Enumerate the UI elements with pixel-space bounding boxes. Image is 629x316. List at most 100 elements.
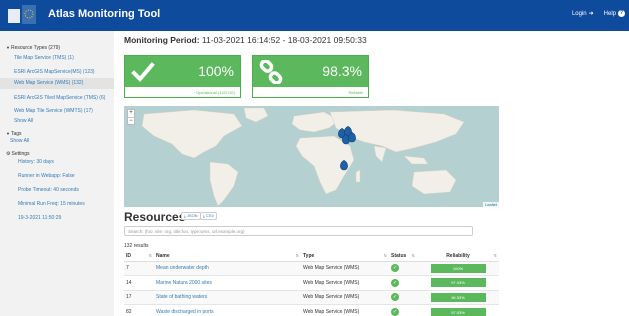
resource-link[interactable]: Marine Natura 2000 sites bbox=[156, 280, 212, 286]
world-map bbox=[141, 107, 465, 207]
resource-link[interactable]: Mean underwater depth bbox=[156, 265, 209, 271]
operational-footer: Operational (132/132) bbox=[196, 90, 235, 95]
cell-name: Waste discharged in ports bbox=[154, 304, 301, 316]
caret-down-icon: ▼ bbox=[6, 45, 10, 50]
sidebar-item-show-all-types[interactable]: Show All bbox=[14, 118, 33, 124]
setting-run-freq[interactable]: Minimal Run Freq: 15 minutes bbox=[18, 201, 85, 207]
th-reliability[interactable]: Reliability ⇅ bbox=[417, 252, 499, 262]
json-download-button[interactable]: ⤓ JSON bbox=[181, 212, 201, 220]
zoom-control: + − bbox=[127, 109, 135, 125]
status-ok-icon[interactable]: ✓ bbox=[391, 264, 399, 273]
check-icon bbox=[131, 62, 155, 82]
zoom-out-button[interactable]: − bbox=[128, 117, 134, 124]
app-title[interactable]: Atlas Monitoring Tool bbox=[48, 8, 160, 20]
sidebar: ▼Resource Types (279) Tile Map Service (… bbox=[0, 31, 114, 316]
th-id[interactable]: ID ⇅ bbox=[124, 252, 154, 262]
caret-down-icon: ▼ bbox=[6, 131, 10, 136]
period-value: 11-03-2021 16:14:52 - 18-03-2021 09:50:3… bbox=[201, 35, 367, 45]
sort-icon: ⇅ bbox=[148, 253, 152, 259]
sidebar-item-esri-tiled[interactable]: ESRI ArcGIS Tiled MapService (TMS) (6) bbox=[14, 95, 105, 101]
status-ok-icon[interactable]: ✓ bbox=[391, 278, 399, 287]
results-count: 132 results bbox=[124, 243, 149, 249]
resource-types-heading[interactable]: ▼Resource Types (279) bbox=[6, 45, 60, 51]
cell-id: 17 bbox=[124, 289, 154, 305]
search-input[interactable] bbox=[124, 226, 473, 236]
reliability-bar[interactable]: 96.53% bbox=[430, 292, 486, 302]
map-attribution[interactable]: Leaflet bbox=[482, 202, 499, 207]
monitoring-period: Monitoring Period: 11-03-2021 16:14:52 -… bbox=[124, 35, 367, 45]
reliability-card[interactable]: 98.3% Reliable bbox=[252, 55, 369, 98]
cell-id: 14 bbox=[124, 275, 154, 290]
operational-value: 100% bbox=[198, 63, 234, 79]
th-type[interactable]: Type ⇅ bbox=[301, 252, 389, 262]
cell-type: Web Map Service (WMS) bbox=[301, 275, 389, 290]
help-label: Help bbox=[603, 10, 616, 17]
cell-reliability: 97.03% bbox=[417, 304, 499, 316]
cell-type: Web Map Service (WMS) bbox=[301, 289, 389, 305]
reliability-bar[interactable]: 100% bbox=[430, 263, 486, 273]
table-row: 7 Mean underwater depth Web Map Service … bbox=[124, 260, 499, 276]
reliability-value: 98.3% bbox=[322, 63, 362, 79]
sidebar-item-tms[interactable]: Tile Map Service (TMS) (1) bbox=[14, 55, 74, 61]
table-row: 17 State of bathing waters Web Map Servi… bbox=[124, 289, 499, 305]
cell-name: Marine Natura 2000 sites bbox=[154, 275, 301, 290]
status-ok-icon[interactable]: ✓ bbox=[391, 293, 399, 302]
setting-timestamp[interactable]: 19-3-2021 11:50:29 bbox=[18, 215, 61, 221]
login-label: Login bbox=[571, 10, 587, 17]
gear-icon: ⚙ bbox=[6, 151, 11, 157]
cell-reliability: 96.53% bbox=[417, 289, 499, 305]
zoom-in-button[interactable]: + bbox=[128, 110, 134, 117]
table-row: 14 Marine Natura 2000 sites Web Map Serv… bbox=[124, 275, 499, 290]
resource-link[interactable]: State of bathing waters bbox=[156, 294, 207, 300]
reliability-footer: Reliable bbox=[348, 90, 363, 95]
sidebar-item-esri-ms[interactable]: ESRI ArcGIS MapService(MS) (123) bbox=[14, 69, 95, 75]
resources-table: ID ⇅ Name ⇅ Type ⇅ Status ⇅ Reliability ⇅ 7 M… bbox=[124, 252, 499, 316]
help-icon: ? bbox=[618, 10, 625, 17]
th-name[interactable]: Name ⇅ bbox=[154, 252, 301, 262]
cell-name: State of bathing waters bbox=[154, 289, 301, 305]
setting-runner[interactable]: Runner in Webapp: False bbox=[18, 173, 75, 179]
period-label: Monitoring Period: bbox=[124, 35, 200, 45]
resource-map[interactable]: + − Leaflet bbox=[124, 106, 499, 207]
cell-id: 7 bbox=[124, 260, 154, 276]
sort-icon: ⇅ bbox=[383, 253, 387, 259]
sidebar-item-show-all-tags[interactable]: Show All bbox=[10, 138, 29, 144]
setting-history[interactable]: History: 30 days bbox=[18, 159, 54, 165]
help-link[interactable]: Help ? bbox=[604, 10, 625, 17]
download-icon: ⤓ bbox=[203, 213, 205, 218]
status-ok-icon[interactable]: ✓ bbox=[391, 308, 399, 316]
settings-heading[interactable]: ⚙Settings bbox=[6, 151, 30, 157]
cell-status: ✓ bbox=[389, 260, 417, 276]
cell-reliability: 97.03% bbox=[417, 275, 499, 290]
sort-icon: ⇅ bbox=[295, 253, 299, 259]
sort-icon: ⇅ bbox=[493, 253, 497, 259]
cell-id: 82 bbox=[124, 304, 154, 316]
cell-status: ✓ bbox=[389, 275, 417, 290]
download-icon: ⤓ bbox=[184, 213, 186, 218]
sort-icon: ⇅ bbox=[411, 253, 415, 259]
table-header-row: ID ⇅ Name ⇅ Type ⇅ Status ⇅ Reliability ⇅ bbox=[124, 252, 499, 262]
card-top: 98.3% bbox=[253, 56, 368, 87]
operational-card[interactable]: 100% Operational (132/132) bbox=[124, 55, 241, 98]
top-navbar: Atlas Monitoring Tool Login ➜ Help ? bbox=[0, 0, 629, 31]
cell-status: ✓ bbox=[389, 304, 417, 316]
reliability-bar[interactable]: 97.03% bbox=[430, 278, 486, 288]
csv-download-button[interactable]: ⤓ CSV bbox=[200, 212, 218, 220]
login-icon: ➜ bbox=[588, 11, 594, 17]
resources-title: Resources bbox=[124, 210, 186, 224]
eu-logo-icon[interactable] bbox=[8, 5, 38, 26]
cell-type: Web Map Service (WMS) bbox=[301, 304, 389, 316]
table-row: 82 Waste discharged in ports Web Map Ser… bbox=[124, 304, 499, 316]
login-link[interactable]: Login ➜ bbox=[571, 10, 594, 18]
resource-link[interactable]: Waste discharged in ports bbox=[156, 309, 214, 315]
setting-probe-timeout[interactable]: Probe Timeout: 40 seconds bbox=[18, 187, 79, 193]
card-top: 100% bbox=[125, 56, 240, 87]
reliability-bar[interactable]: 97.03% bbox=[430, 307, 486, 316]
link-icon bbox=[259, 60, 283, 84]
th-status[interactable]: Status ⇅ bbox=[389, 252, 417, 262]
sidebar-item-wmts[interactable]: Web Map Tile Service (WMTS) (17) bbox=[14, 108, 93, 114]
tags-heading[interactable]: ▼Tags bbox=[6, 131, 22, 137]
sidebar-item-wms[interactable]: Web Map Service (WMS) (132) bbox=[0, 78, 114, 89]
cell-status: ✓ bbox=[389, 289, 417, 305]
cell-reliability: 100% bbox=[417, 260, 499, 276]
